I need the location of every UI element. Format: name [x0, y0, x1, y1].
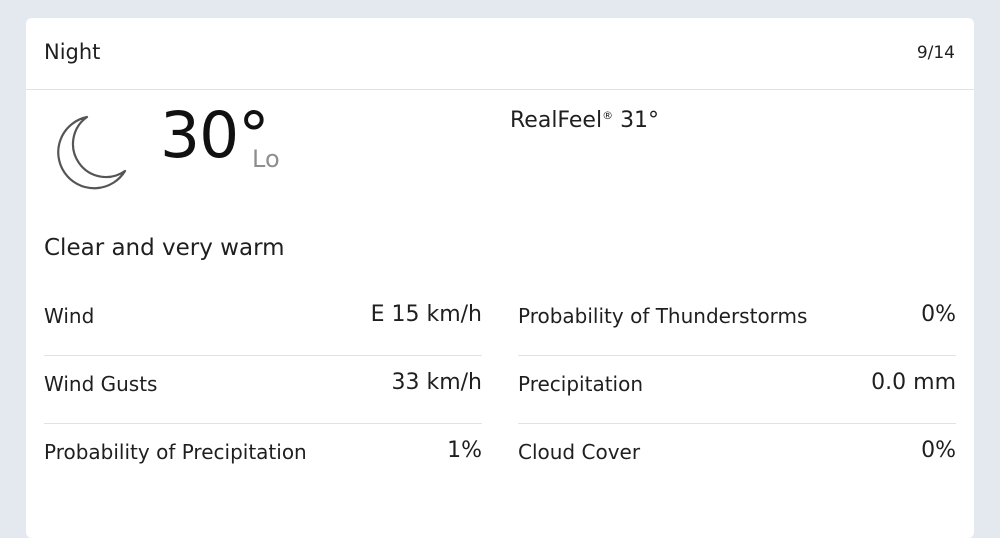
moon-icon: [52, 114, 128, 194]
weather-phrase: Clear and very warm: [44, 235, 285, 261]
realfeel-value: 31°: [620, 108, 660, 133]
detail-label: Probability of Thunderstorms: [518, 304, 808, 328]
detail-label: Cloud Cover: [518, 440, 641, 464]
details-left-panel: Wind E 15 km/h Wind Gusts 33 km/h Probab…: [44, 288, 482, 491]
detail-row-cloud-cover: Cloud Cover 0%: [518, 424, 956, 491]
detail-label: Probability of Precipitation: [44, 440, 307, 464]
realfeel: RealFeel® 31°: [510, 108, 659, 133]
detail-row-wind: Wind E 15 km/h: [44, 288, 482, 356]
detail-value: 0%: [921, 302, 956, 327]
detail-label: Wind Gusts: [44, 372, 158, 396]
realfeel-label: RealFeel: [510, 108, 603, 133]
detail-value: 1%: [447, 438, 482, 463]
realfeel-trademark: ®: [602, 109, 614, 122]
detail-value: E 15 km/h: [370, 302, 482, 327]
detail-label: Precipitation: [518, 372, 644, 396]
card-header: Night 9/14: [26, 18, 974, 90]
detail-row-probability-of-precipitation: Probability of Precipitation 1%: [44, 424, 482, 491]
detail-row-wind-gusts: Wind Gusts 33 km/h: [44, 356, 482, 424]
detail-value: 0%: [921, 438, 956, 463]
period-title: Night: [44, 40, 101, 64]
details-right-panel: Probability of Thunderstorms 0% Precipit…: [518, 288, 956, 491]
detail-row-probability-of-thunderstorms: Probability of Thunderstorms 0%: [518, 288, 956, 356]
lo-label: Lo: [252, 145, 280, 173]
detail-value: 33 km/h: [391, 370, 482, 395]
detail-label: Wind: [44, 304, 95, 328]
night-forecast-card: Night 9/14 30° Lo RealFeel® 31° Clear an…: [26, 18, 974, 538]
detail-row-precipitation: Precipitation 0.0 mm: [518, 356, 956, 424]
forecast-date: 9/14: [916, 43, 955, 63]
detail-value: 0.0 mm: [871, 370, 956, 395]
